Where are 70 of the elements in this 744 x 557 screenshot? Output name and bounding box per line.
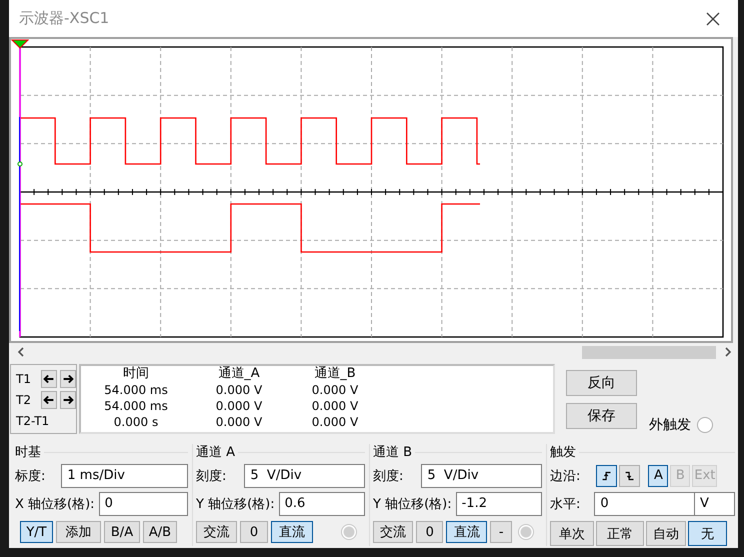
- mode-button[interactable]: Y/T: [20, 521, 53, 543]
- cursor-label: T2-T1: [16, 414, 50, 428]
- field-label: 标度:: [15, 468, 46, 484]
- close-icon[interactable]: [706, 12, 720, 26]
- group-title: 通道 B: [373, 444, 412, 461]
- scroll-right-icon[interactable]: [724, 347, 732, 357]
- trigger-mode-button[interactable]: 无: [688, 521, 727, 546]
- field-label: 边沿:: [550, 468, 580, 484]
- coupling-button[interactable]: 0: [240, 521, 268, 543]
- group-title: 时基: [15, 444, 41, 461]
- field-label: 刻度:: [196, 468, 226, 484]
- input-field[interactable]: 0: [594, 492, 695, 516]
- cursor-label: T1: [16, 372, 32, 386]
- trigger-mode-button[interactable]: 单次: [550, 521, 594, 546]
- table-cell-text: 54.000 ms: [103, 382, 169, 398]
- arrow-right-icon: [61, 372, 75, 386]
- cursor-label: T2: [16, 393, 32, 407]
- field-label: X 轴位移(格):: [15, 496, 95, 512]
- mode-button[interactable]: 添加: [56, 521, 101, 543]
- column-header: 时间: [122, 366, 150, 382]
- trigger-mode-button[interactable]: 正常: [596, 521, 644, 546]
- table-cell-text: 0.000 V: [310, 414, 360, 430]
- ext-trigger-radio[interactable]: [697, 417, 713, 433]
- action-button[interactable]: 反向: [566, 370, 637, 396]
- trigger-mode-button[interactable]: 自动: [646, 521, 686, 546]
- column-header: 通道_B: [313, 366, 357, 382]
- input-field[interactable]: 0.6: [278, 492, 365, 516]
- action-button[interactable]: 保存: [566, 403, 637, 429]
- window-title: 示波器-XSC1: [19, 9, 110, 28]
- input-field[interactable]: 5 V/Div: [421, 464, 542, 488]
- falling-edge-button[interactable]: [619, 464, 640, 486]
- field-label: 刻度:: [373, 468, 404, 484]
- rising-edge-button[interactable]: [596, 464, 618, 486]
- input-field[interactable]: -1.2: [456, 492, 542, 516]
- input-field[interactable]: 5 V/Div: [244, 464, 365, 488]
- field-label: 水平:: [550, 496, 580, 512]
- arrow-right-icon: [61, 393, 75, 407]
- group-title: 通道 A: [196, 444, 236, 461]
- arrow-right-button[interactable]: [60, 370, 76, 388]
- table-cell-text: 0.000 V: [310, 382, 360, 398]
- field-label: Y 轴位移(格):: [196, 496, 275, 512]
- arrow-right-button[interactable]: [60, 391, 76, 409]
- column-header: 通道_A: [217, 366, 261, 382]
- field-label: Y 轴位移(格):: [373, 496, 452, 512]
- arrow-left-button[interactable]: [41, 370, 57, 388]
- arrow-left-icon: [42, 372, 56, 386]
- input-field[interactable]: 0: [98, 492, 188, 516]
- group-title: 触发: [550, 444, 576, 461]
- arrow-left-button[interactable]: [41, 391, 57, 409]
- table-cell-text: 0.000 V: [214, 382, 264, 398]
- coupling-button[interactable]: -: [490, 521, 512, 543]
- table-cell-text: 0.000 V: [310, 398, 360, 414]
- table-cell-text: 0.000 V: [214, 414, 264, 430]
- unit-field[interactable]: V: [695, 492, 735, 516]
- source-button[interactable]: A: [648, 464, 668, 486]
- scroll-left-icon[interactable]: [17, 347, 25, 357]
- input-field[interactable]: 1 ms/Div: [61, 464, 188, 488]
- mode-button[interactable]: B/A: [104, 521, 140, 543]
- ext-trigger-label: 外触发: [649, 416, 691, 434]
- mode-button[interactable]: A/B: [143, 521, 177, 543]
- table-cell-text: 0.000 s: [112, 414, 160, 430]
- coupling-button[interactable]: 交流: [196, 521, 237, 543]
- coupling-button[interactable]: 交流: [373, 521, 414, 543]
- arrow-left-icon: [42, 393, 56, 407]
- scrollbar-thumb[interactable]: [582, 346, 716, 358]
- coupling-button[interactable]: 0: [416, 521, 444, 543]
- table-cell-text: 54.000 ms: [103, 398, 169, 414]
- table-cell-text: 0.000 V: [214, 398, 264, 414]
- coupling-button[interactable]: 直流: [271, 521, 313, 543]
- coupling-button[interactable]: 直流: [446, 521, 488, 543]
